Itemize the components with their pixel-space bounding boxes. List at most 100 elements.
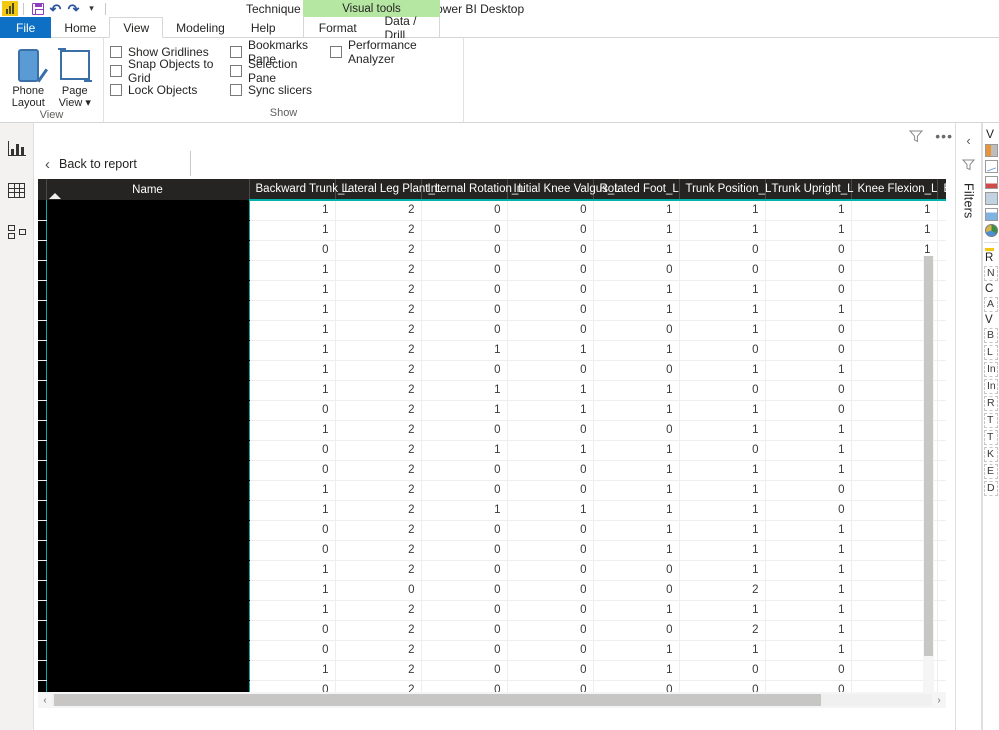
table-cell[interactable]: 1 — [421, 340, 507, 360]
customize-qat-icon[interactable]: ▾ — [83, 1, 100, 17]
table-cell[interactable] — [937, 340, 946, 360]
cell-name[interactable] — [46, 520, 249, 540]
cell-name[interactable] — [46, 320, 249, 340]
table-cell[interactable]: 1 — [765, 520, 851, 540]
field-well-item[interactable]: In — [984, 379, 998, 394]
table-cell[interactable]: 0 — [507, 600, 593, 620]
table-cell[interactable]: 0 — [421, 280, 507, 300]
row-handle[interactable] — [38, 400, 46, 420]
table-cell[interactable]: 1 — [249, 660, 335, 680]
cell-name[interactable] — [46, 560, 249, 580]
table-cell[interactable]: 1 — [765, 300, 851, 320]
table-cell[interactable]: 1 — [593, 520, 679, 540]
table-cell[interactable]: 0 — [421, 540, 507, 560]
cell-name[interactable] — [46, 380, 249, 400]
cell-name[interactable] — [46, 300, 249, 320]
table-cell[interactable]: 1 — [507, 380, 593, 400]
table-cell[interactable]: 0 — [765, 260, 851, 280]
row-handle[interactable] — [38, 240, 46, 260]
table-cell[interactable] — [937, 300, 946, 320]
table-cell[interactable]: 1 — [249, 420, 335, 440]
table-row[interactable]: 02000211 — [38, 620, 946, 640]
table-cell[interactable]: 2 — [335, 640, 421, 660]
cell-name[interactable] — [46, 260, 249, 280]
table-cell[interactable]: 1 — [765, 360, 851, 380]
table-cell[interactable]: 1 — [249, 280, 335, 300]
table-cell[interactable]: 1 — [765, 420, 851, 440]
table-row[interactable]: 12111000 — [38, 340, 946, 360]
table-cell[interactable]: 0 — [593, 260, 679, 280]
table-cell[interactable]: 2 — [335, 260, 421, 280]
table-cell[interactable]: 2 — [335, 200, 421, 220]
table-row[interactable]: 12001111 — [38, 300, 946, 320]
table-cell[interactable]: 0 — [593, 560, 679, 580]
table-row[interactable]: 02111011 — [38, 440, 946, 460]
table-cell[interactable]: 0 — [679, 660, 765, 680]
stacked-bar-chart-icon[interactable] — [985, 144, 998, 157]
back-to-report-button[interactable]: ‹ Back to report — [45, 149, 175, 179]
table-cell[interactable]: 0 — [249, 540, 335, 560]
table-cell[interactable]: 0 — [593, 580, 679, 600]
table-cell[interactable]: 1 — [765, 600, 851, 620]
row-handle[interactable] — [38, 500, 46, 520]
table-cell[interactable]: 1 — [249, 500, 335, 520]
cell-name[interactable] — [46, 420, 249, 440]
phone-layout-button[interactable]: Phone Layout — [6, 42, 51, 109]
table-cell[interactable]: 2 — [335, 280, 421, 300]
visualizations-pane[interactable]: V R N C A V BLInInRTTKE D — [982, 123, 999, 730]
row-handle[interactable] — [38, 320, 46, 340]
grid-vertical-scrollbar[interactable]: ⌄ — [923, 256, 934, 706]
table-cell[interactable]: 1 — [593, 200, 679, 220]
table-cell[interactable]: 1 — [593, 480, 679, 500]
column-header-lateral-leg-plant-l[interactable]: Lateral Leg Plant_L — [335, 179, 421, 200]
filters-pane-collapsed[interactable]: ‹ Filters — [955, 123, 982, 730]
column-header-internal-rotation-l[interactable]: Internal Rotation_L — [421, 179, 507, 200]
row-handle[interactable] — [38, 200, 46, 220]
table-cell[interactable] — [937, 260, 946, 280]
table-cell[interactable]: 1 — [679, 320, 765, 340]
cell-name[interactable] — [46, 500, 249, 520]
column-header-name[interactable]: Name — [46, 179, 249, 200]
table-cell[interactable]: 1 — [507, 340, 593, 360]
grid-horizontal-scrollbar[interactable]: ‹ › — [38, 692, 946, 708]
table-cell[interactable]: 0 — [765, 500, 851, 520]
table-cell[interactable]: 0 — [679, 260, 765, 280]
column-header-trunk-upright-l[interactable]: Trunk Upright_L — [765, 179, 851, 200]
table-row[interactable]: 12000110 — [38, 560, 946, 580]
table-cell[interactable]: 0 — [249, 620, 335, 640]
table-cell[interactable]: 1 — [593, 640, 679, 660]
table-cell[interactable]: 2 — [335, 240, 421, 260]
table-cell[interactable]: 1 — [593, 340, 679, 360]
table-cell[interactable]: 0 — [507, 480, 593, 500]
row-handle[interactable] — [38, 640, 46, 660]
table-cell[interactable]: 1 — [593, 660, 679, 680]
table-cell[interactable] — [937, 320, 946, 340]
checkbox-box[interactable] — [230, 65, 242, 77]
tab-file[interactable]: File — [0, 17, 51, 38]
table-cell[interactable]: 2 — [335, 460, 421, 480]
table-cell[interactable]: 0 — [507, 420, 593, 440]
cell-name[interactable] — [46, 280, 249, 300]
table-cell[interactable]: 0 — [507, 460, 593, 480]
table-cell[interactable]: 1 — [679, 540, 765, 560]
tab-format[interactable]: Format — [304, 17, 372, 38]
table-cell[interactable]: 1 — [593, 600, 679, 620]
row-handle[interactable] — [38, 580, 46, 600]
field-well-item[interactable]: R — [984, 396, 998, 411]
column-header-backward-trunk-l[interactable]: Backward Trunk_L — [249, 179, 335, 200]
column-header-trunk-position-l[interactable]: Trunk Position_L — [679, 179, 765, 200]
table-cell[interactable]: 0 — [421, 360, 507, 380]
table-cell[interactable]: 0 — [507, 220, 593, 240]
table-cell[interactable] — [937, 500, 946, 520]
table-cell[interactable]: 1 — [765, 580, 851, 600]
table-cell[interactable]: 2 — [335, 220, 421, 240]
column-header-knee-flexion-l[interactable]: Knee Flexion_L — [851, 179, 937, 200]
table-cell[interactable]: 0 — [593, 420, 679, 440]
table-cell[interactable]: 0 — [421, 260, 507, 280]
table-cell[interactable]: 0 — [421, 600, 507, 620]
table-row[interactable]: 12000001 — [38, 260, 946, 280]
table-cell[interactable]: 1 — [765, 200, 851, 220]
table-cell[interactable]: 0 — [507, 300, 593, 320]
cell-name[interactable] — [46, 480, 249, 500]
cell-name[interactable] — [46, 340, 249, 360]
